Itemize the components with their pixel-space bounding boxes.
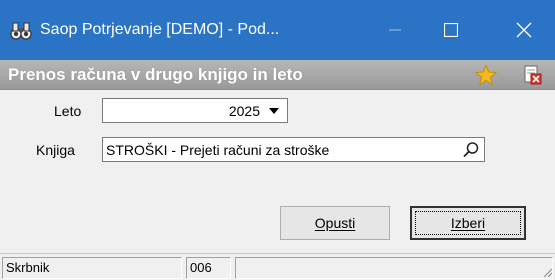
search-icon[interactable] [462,141,480,159]
report-delete-icon[interactable] [524,65,542,85]
resize-grip-icon[interactable] [541,266,553,278]
maximize-button[interactable] [428,0,474,60]
window-titlebar[interactable]: Saop Potrjevanje [DEMO] - Pod... [0,0,555,60]
status-bar: Skrbnik 006 [0,253,555,280]
binoculars-icon [10,22,32,40]
minimize-icon [389,29,401,31]
status-extra [235,257,553,279]
status-user: Skrbnik [2,257,182,279]
knjiga-value: STROŠKI - Prejeti računi za stroške [106,142,330,158]
window-title: Saop Potrjevanje [DEMO] - Pod... [40,21,280,38]
knjiga-field[interactable]: STROŠKI - Prejeti računi za stroške [102,137,485,162]
minimize-button[interactable] [372,0,418,60]
chevron-down-icon[interactable] [269,108,279,114]
leto-label: Leto [54,103,82,119]
form-header: Prenos računa v drugo knjigo in leto [0,60,555,90]
form-title: Prenos računa v drugo knjigo in leto [8,65,303,84]
cancel-button-label: Opusti [314,215,356,231]
status-code: 006 [186,257,231,279]
leto-select[interactable]: 2025 [102,98,288,123]
form-body: Leto 2025 Knjiga STROŠKI - Prejeti račun… [0,90,555,253]
close-icon [516,22,532,38]
maximize-icon [444,23,458,37]
knjiga-label: Knjiga [36,142,75,158]
leto-value: 2025 [228,103,260,119]
star-icon[interactable] [475,64,497,86]
close-button[interactable] [501,0,547,60]
select-button-label: Izberi [450,215,486,231]
cancel-button[interactable]: Opusti [280,206,390,240]
select-button[interactable]: Izberi [410,206,526,240]
